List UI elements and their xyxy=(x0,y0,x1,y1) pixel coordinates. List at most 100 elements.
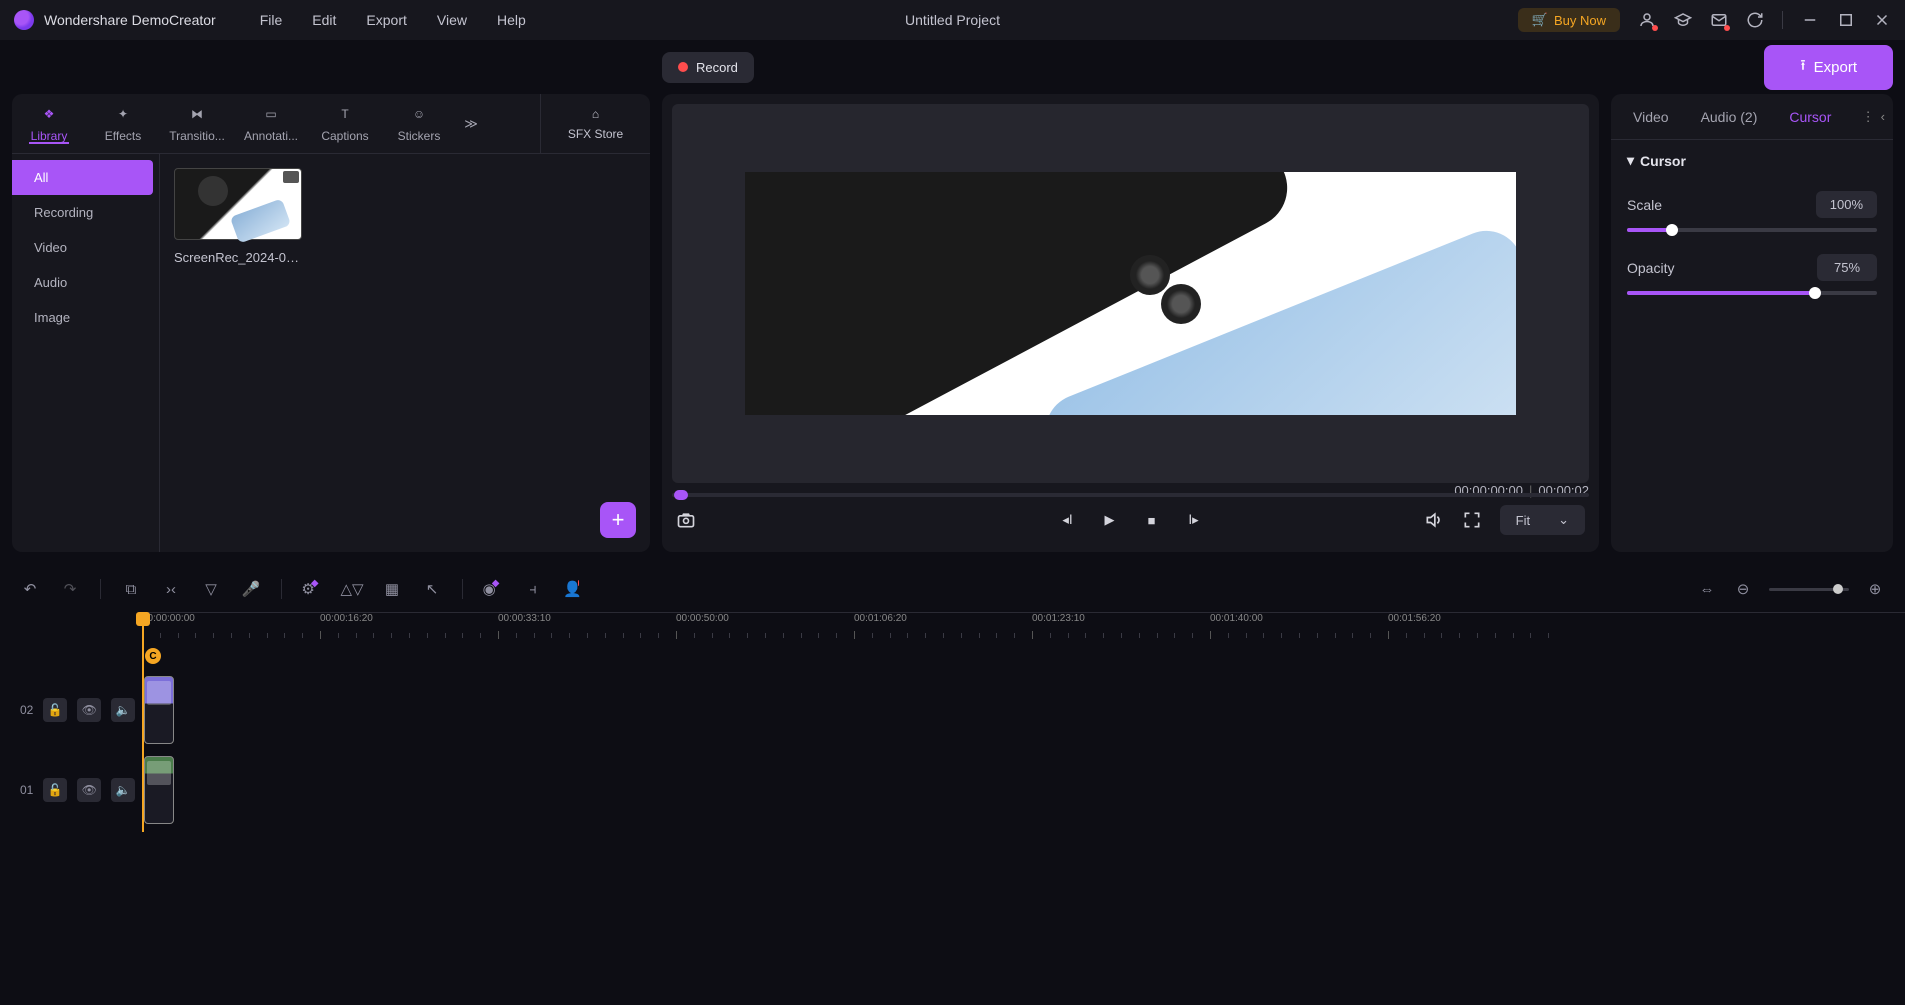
zoom-out-icon[interactable]: ⊖ xyxy=(1733,579,1753,599)
category-image[interactable]: Image xyxy=(12,300,159,335)
crop-icon[interactable]: ⧉ xyxy=(121,579,141,599)
tab-annotations-label: Annotati... xyxy=(244,129,298,143)
video-badge-icon xyxy=(283,171,299,183)
account-icon[interactable] xyxy=(1638,11,1656,29)
tab-captions[interactable]: T Captions xyxy=(308,105,382,143)
speed-icon[interactable]: ⚙◆ xyxy=(302,579,322,599)
maximize-icon[interactable] xyxy=(1837,11,1855,29)
shield-icon[interactable]: ▽ xyxy=(201,579,221,599)
sparkle-icon: ✦ xyxy=(114,105,132,123)
thumbnail-image xyxy=(174,168,302,240)
category-audio[interactable]: Audio xyxy=(12,265,159,300)
scale-value[interactable]: 100% xyxy=(1816,191,1877,218)
tab-more-icon[interactable]: ⋮ xyxy=(1862,109,1875,125)
adjust-icon[interactable]: ⫞ xyxy=(523,579,543,599)
category-recording[interactable]: Recording xyxy=(12,195,159,230)
redo-icon[interactable]: ↷ xyxy=(60,579,80,599)
timeline-ruler[interactable]: 00:00:00:0000:00:16:2000:00:33:1000:00:5… xyxy=(142,612,1905,640)
grid-icon[interactable]: ▦ xyxy=(382,579,402,599)
export-icon: ⭱ xyxy=(1800,55,1805,80)
app-name: Wondershare DemoCreator xyxy=(44,12,216,28)
mute-icon[interactable]: 🔈 xyxy=(111,698,135,722)
menu-view[interactable]: View xyxy=(437,12,467,28)
tab-transitions[interactable]: ⧓Transitio... xyxy=(160,105,234,143)
split-icon[interactable]: ›‹ xyxy=(161,579,181,599)
category-all[interactable]: All xyxy=(12,160,153,195)
mail-icon[interactable] xyxy=(1710,11,1728,29)
track-1: 01 🔓 👁 🔈 xyxy=(0,750,1905,830)
volume-icon[interactable] xyxy=(1424,510,1444,530)
opacity-slider[interactable] xyxy=(1627,291,1877,295)
section-header[interactable]: ▾Cursor xyxy=(1627,152,1877,169)
export-button[interactable]: ⭱ Export xyxy=(1764,45,1893,90)
update-icon[interactable] xyxy=(1746,11,1764,29)
prop-tab-audio[interactable]: Audio (2) xyxy=(1687,97,1772,137)
menu-file[interactable]: File xyxy=(260,12,283,28)
mic-icon[interactable]: 🎤 xyxy=(241,579,261,599)
undo-icon[interactable]: ↶ xyxy=(20,579,40,599)
opacity-value[interactable]: 75% xyxy=(1817,254,1877,281)
track-number: 02 xyxy=(20,703,33,717)
tab-library[interactable]: ❖Library xyxy=(12,105,86,143)
field-scale: Scale100% xyxy=(1627,191,1877,232)
buy-now-label: Buy Now xyxy=(1554,13,1606,28)
prev-frame-icon[interactable]: ◂Ⅰ xyxy=(1058,510,1078,530)
mirror-icon[interactable]: △▽ xyxy=(342,579,362,599)
project-title: Untitled Project xyxy=(905,12,1000,28)
lock-icon[interactable]: 🔓 xyxy=(43,778,67,802)
cursor-tool-icon[interactable]: ↖ xyxy=(422,579,442,599)
person-icon[interactable]: 👤 xyxy=(563,579,583,599)
sfx-label: SFX Store xyxy=(568,127,623,141)
cursor-marker[interactable]: C xyxy=(145,648,161,664)
tab-sfx-store[interactable]: ⌂SFX Store xyxy=(540,94,650,153)
prop-tab-cursor[interactable]: Cursor xyxy=(1775,97,1845,137)
tab-collapse-icon[interactable]: ‹ xyxy=(1881,109,1885,125)
fit-timeline-icon[interactable]: ⇔ xyxy=(1697,579,1717,599)
close-icon[interactable] xyxy=(1873,11,1891,29)
eye-icon[interactable]: 👁 xyxy=(77,698,101,722)
buy-now-button[interactable]: 🛒 Buy Now xyxy=(1518,8,1620,32)
divider xyxy=(100,579,101,599)
divider xyxy=(462,579,463,599)
zoom-in-icon[interactable]: ⊕ xyxy=(1865,579,1885,599)
tab-captions-label: Captions xyxy=(321,129,368,143)
media-thumbnail[interactable]: ScreenRec_2024-05... xyxy=(174,168,302,265)
clip-cursor[interactable] xyxy=(144,676,174,744)
fullscreen-icon[interactable] xyxy=(1462,510,1482,530)
tab-annotations[interactable]: ▭Annotati... xyxy=(234,105,308,143)
record-button[interactable]: Record xyxy=(662,52,754,83)
menu-help[interactable]: Help xyxy=(497,12,526,28)
prop-tab-video[interactable]: Video xyxy=(1619,97,1683,137)
minimize-icon[interactable] xyxy=(1801,11,1819,29)
mute-icon[interactable]: 🔈 xyxy=(111,778,135,802)
library-tabs: ❖Library ✦Effects ⧓Transitio... ▭Annotat… xyxy=(12,94,650,154)
caption-icon: T xyxy=(336,105,354,123)
tab-effects[interactable]: ✦Effects xyxy=(86,105,160,143)
add-media-button[interactable]: + xyxy=(600,502,636,538)
play-icon[interactable]: ▶ xyxy=(1100,510,1120,530)
scrub-track[interactable] xyxy=(672,493,1589,497)
lock-icon[interactable]: 🔓 xyxy=(43,698,67,722)
fit-label: Fit xyxy=(1516,513,1530,528)
next-frame-icon[interactable]: Ⅰ▸ xyxy=(1184,510,1204,530)
category-video[interactable]: Video xyxy=(12,230,159,265)
tab-stickers[interactable]: ☺Stickers xyxy=(382,105,456,143)
globe-icon[interactable]: ◉◆ xyxy=(483,579,503,599)
academy-icon[interactable] xyxy=(1674,11,1692,29)
scale-slider[interactable] xyxy=(1627,228,1877,232)
tab-stickers-label: Stickers xyxy=(398,129,441,143)
divider xyxy=(1782,11,1783,29)
menu-export[interactable]: Export xyxy=(366,12,406,28)
preview-canvas[interactable] xyxy=(672,104,1589,483)
timeline-toolbar: ↶ ↷ ⧉ ›‹ ▽ 🎤 ⚙◆ △▽ ▦ ↖ ◉◆ ⫞ 👤 ⇔ ⊖ ⊕ xyxy=(0,566,1905,612)
menu-edit[interactable]: Edit xyxy=(312,12,336,28)
clip-video[interactable] xyxy=(144,756,174,824)
divider xyxy=(281,579,282,599)
eye-icon[interactable]: 👁 xyxy=(77,778,101,802)
zoom-slider[interactable] xyxy=(1769,588,1849,591)
fit-dropdown[interactable]: Fit⌄ xyxy=(1500,505,1585,535)
stop-icon[interactable]: ■ xyxy=(1142,510,1162,530)
tabs-more-icon[interactable]: ≫ xyxy=(456,116,486,132)
snapshot-icon[interactable] xyxy=(676,510,696,530)
ruler-tick: 00:01:23:10 xyxy=(1032,613,1085,624)
